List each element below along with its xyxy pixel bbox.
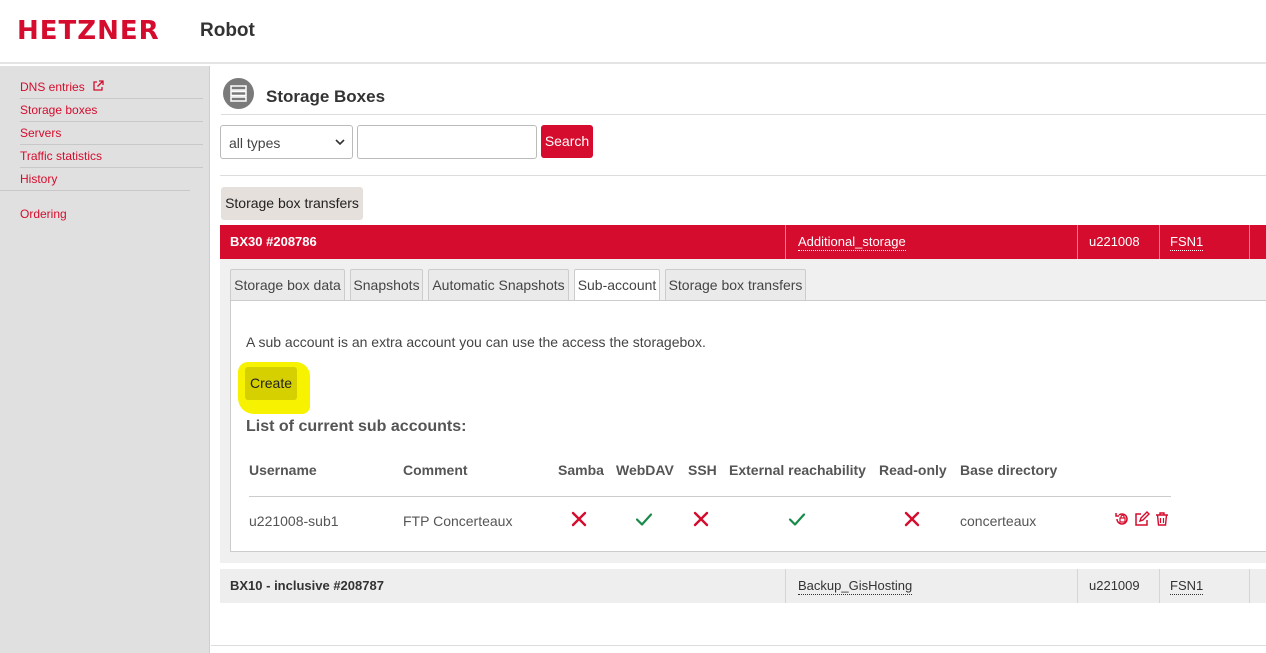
external-link-icon xyxy=(93,80,104,91)
box-name-label: Additional_storage xyxy=(798,234,906,251)
cell-comment: FTP Concerteaux xyxy=(403,513,513,529)
cell-base-directory: concerteaux xyxy=(960,513,1037,529)
divider xyxy=(785,225,786,259)
column-header-username: Username xyxy=(249,462,317,478)
sidebar-item-label: Servers xyxy=(20,126,62,140)
box-location[interactable]: FSN1 xyxy=(1170,569,1204,603)
page-title-row: Storage Boxes xyxy=(221,78,1266,115)
box-name-label: Backup_GisHosting xyxy=(798,578,913,595)
box-title: BX10 - inclusive #208787 xyxy=(230,578,384,593)
sidebar-item-label: DNS entries xyxy=(20,80,85,94)
divider xyxy=(220,175,1266,176)
chevron-down-icon xyxy=(335,139,345,146)
search-input[interactable] xyxy=(357,125,537,159)
cross-icon xyxy=(904,511,920,527)
column-header-samba: Samba xyxy=(558,462,604,478)
reset-password-icon[interactable] xyxy=(1114,511,1130,527)
sidebar-item-label: History xyxy=(20,172,58,186)
box-location-label: FSN1 xyxy=(1170,578,1204,595)
main-content: Storage Boxes all types Search Storage b… xyxy=(211,66,1266,653)
tab-storage-box-data[interactable]: Storage box data xyxy=(230,269,345,300)
sub-account-section: A sub account is an extra account you ca… xyxy=(230,300,1266,552)
sidebar-item-ordering[interactable]: Ordering xyxy=(20,203,203,226)
column-header-external-reachability: External reachability xyxy=(729,462,866,478)
hetzner-logo[interactable]: HETZNER xyxy=(17,16,160,46)
type-select-value: all types xyxy=(229,135,281,151)
storage-box-header[interactable]: BX10 - inclusive #208787 Backup_GisHosti… xyxy=(220,569,1266,603)
divider xyxy=(1077,569,1078,603)
box-user: u221009 xyxy=(1089,578,1140,593)
edit-icon[interactable] xyxy=(1134,511,1150,527)
cross-icon xyxy=(571,511,587,527)
column-header-base-directory: Base directory xyxy=(960,462,1058,478)
list-title: List of current sub accounts: xyxy=(246,418,467,435)
box-location-label: FSN1 xyxy=(1170,234,1204,251)
divider xyxy=(1249,569,1250,603)
storage-box-header[interactable]: BX30 #208786 Additional_storage u221008 … xyxy=(220,225,1266,259)
divider xyxy=(249,496,1171,497)
product-name: Robot xyxy=(200,20,255,41)
column-header-comment: Comment xyxy=(403,462,468,478)
column-header-ssh: SSH xyxy=(688,462,717,478)
tab-snapshots[interactable]: Snapshots xyxy=(350,269,423,300)
divider xyxy=(785,569,786,603)
sidebar-item-label: Traffic statistics xyxy=(20,149,103,163)
sidebar-item-dns-entries[interactable]: DNS entries xyxy=(20,76,203,99)
sidebar-item-label: Storage boxes xyxy=(20,103,98,117)
sidebar-item-history[interactable]: History xyxy=(0,168,190,191)
sub-account-description: A sub account is an extra account you ca… xyxy=(246,334,706,350)
box-location[interactable]: FSN1 xyxy=(1170,225,1204,259)
page-title: Storage Boxes xyxy=(266,87,386,106)
server-stack-icon xyxy=(223,78,254,109)
check-icon xyxy=(788,513,806,526)
box-title: BX30 #208786 xyxy=(230,234,317,249)
sidebar-item-traffic-statistics[interactable]: Traffic statistics xyxy=(20,145,203,168)
sidebar-item-label: Ordering xyxy=(20,207,67,221)
divider xyxy=(1159,569,1160,603)
box-name[interactable]: Backup_GisHosting xyxy=(798,569,913,603)
tab-storage-box-transfers[interactable]: Storage box transfers xyxy=(665,269,806,300)
divider xyxy=(1249,225,1250,259)
column-header-webdav: WebDAV xyxy=(616,462,674,478)
create-button[interactable]: Create xyxy=(245,367,297,400)
storage-box-panel: Storage box data Snapshots Automatic Sna… xyxy=(220,259,1266,563)
cross-icon xyxy=(693,511,709,527)
divider xyxy=(1077,225,1078,259)
check-icon xyxy=(635,513,653,526)
box-user: u221008 xyxy=(1089,234,1140,249)
type-select[interactable]: all types xyxy=(220,125,353,159)
divider xyxy=(1159,225,1160,259)
cell-username: u221008-sub1 xyxy=(249,513,339,529)
sidebar-item-storage-boxes[interactable]: Storage boxes xyxy=(20,99,203,122)
box-name[interactable]: Additional_storage xyxy=(798,225,906,259)
storage-box-transfers-button[interactable]: Storage box transfers xyxy=(221,187,363,220)
top-header: HETZNER Robot xyxy=(0,0,1266,64)
column-header-read-only: Read-only xyxy=(879,462,947,478)
sidebar: DNS entries Storage boxes Servers Traffi… xyxy=(0,66,210,653)
tab-automatic-snapshots[interactable]: Automatic Snapshots xyxy=(428,269,569,300)
search-button[interactable]: Search xyxy=(541,125,593,158)
tab-sub-account[interactable]: Sub-account xyxy=(574,269,660,301)
divider xyxy=(211,645,1266,646)
sidebar-item-servers[interactable]: Servers xyxy=(20,122,203,145)
trash-icon[interactable] xyxy=(1154,511,1170,527)
